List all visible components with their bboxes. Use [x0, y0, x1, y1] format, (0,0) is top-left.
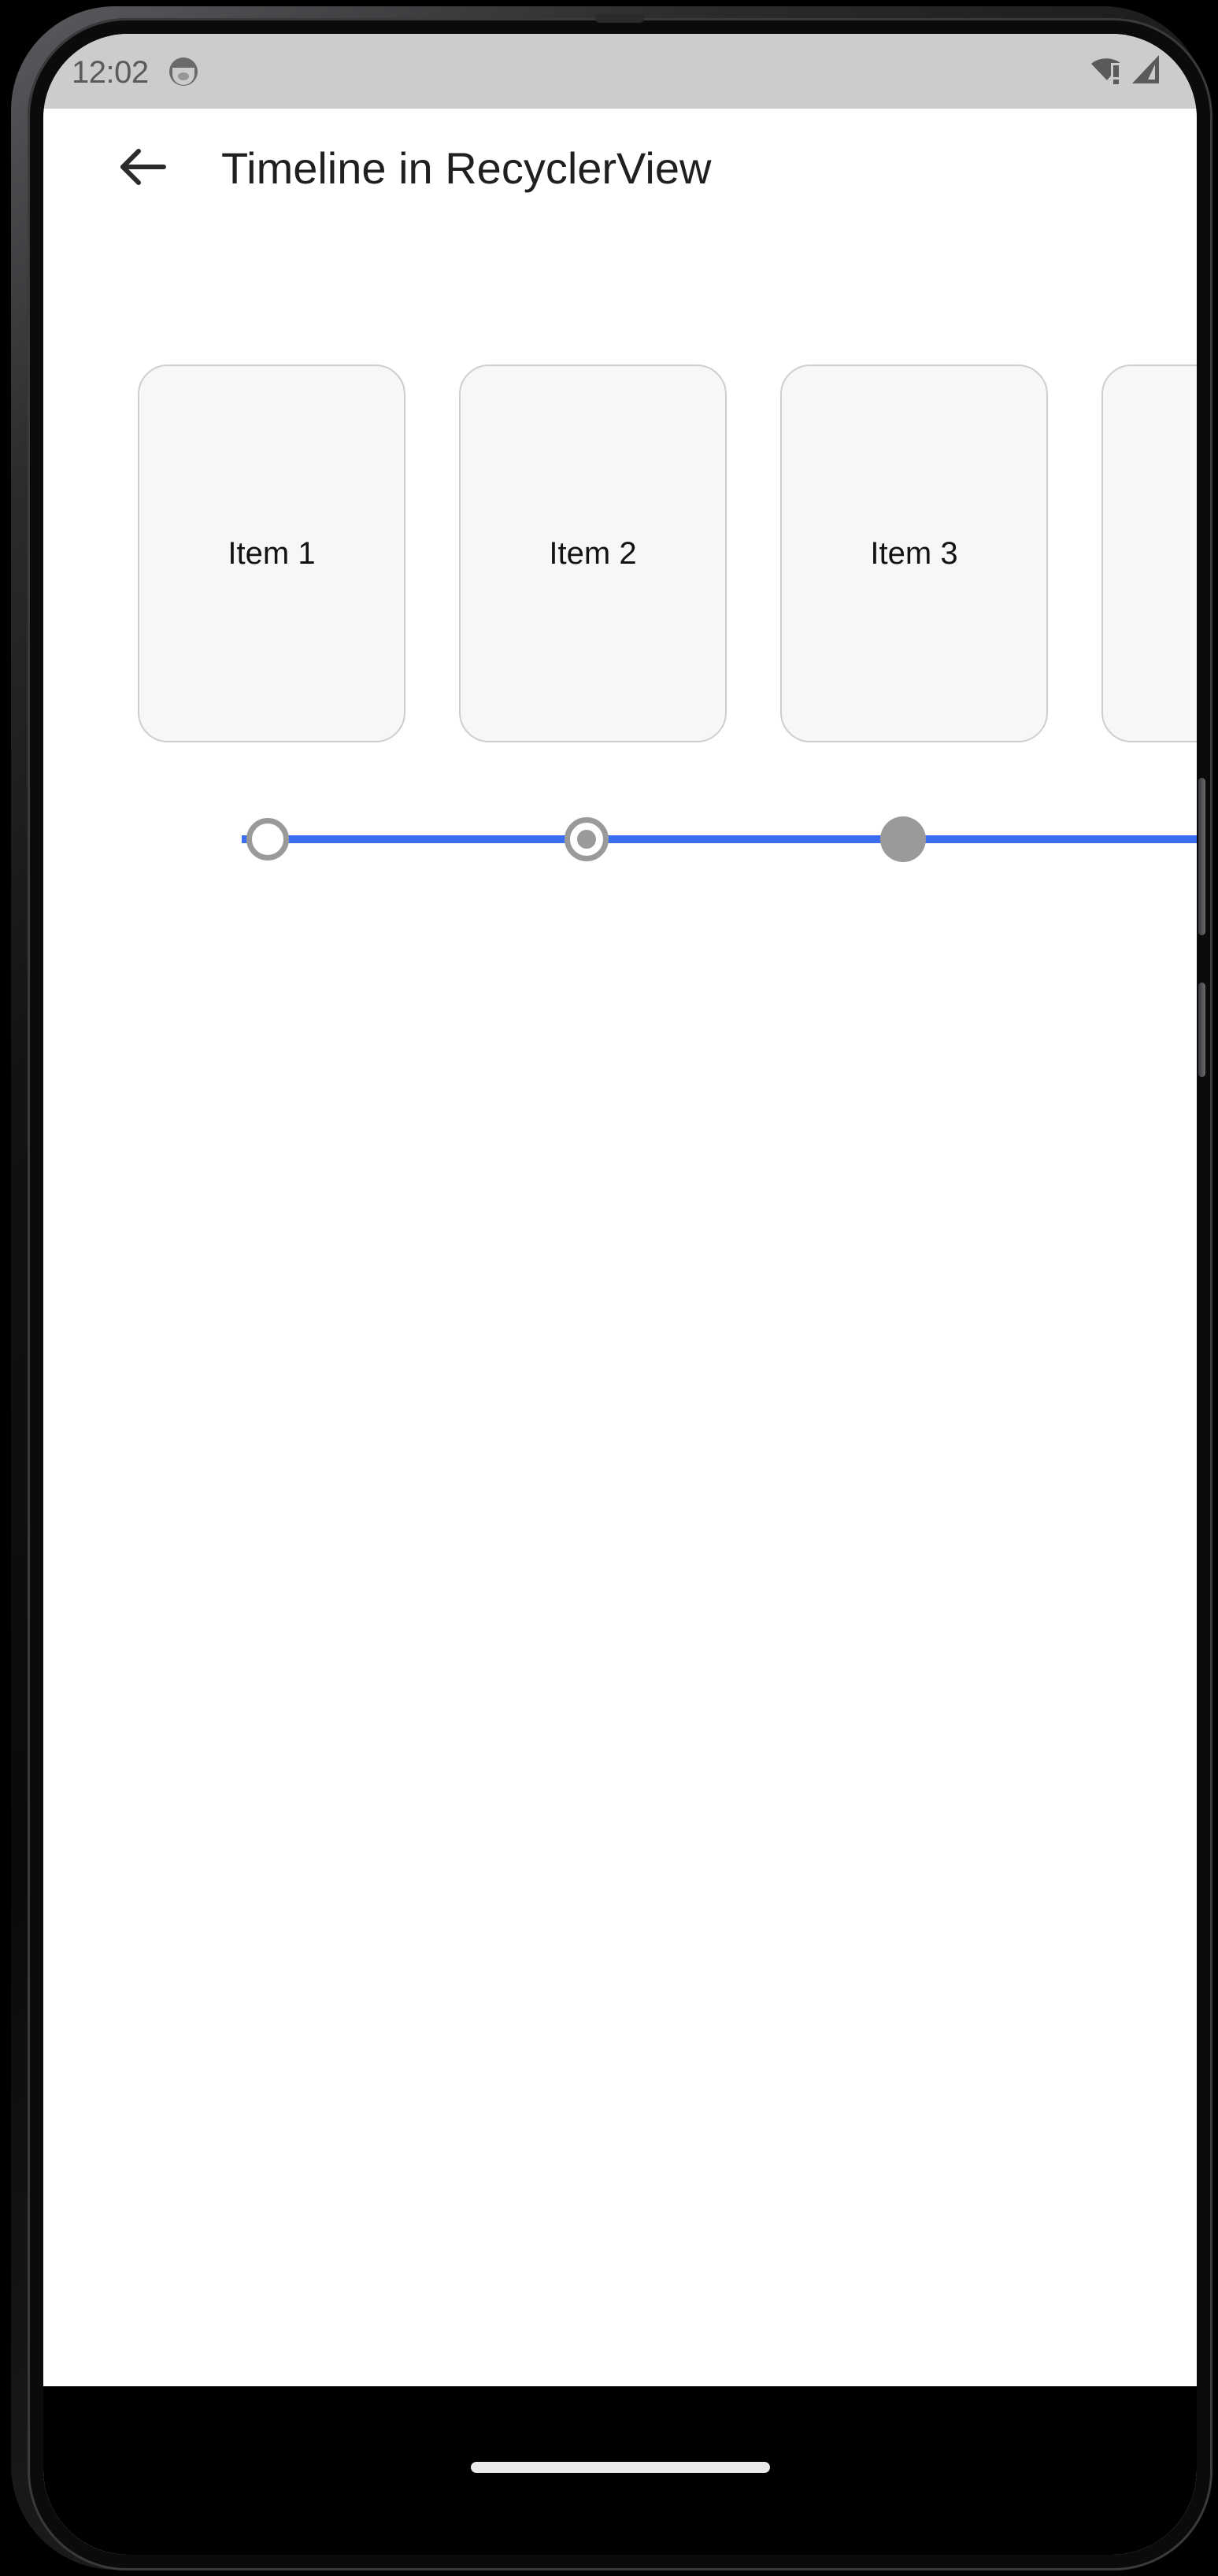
page-title: Timeline in RecyclerView [221, 143, 712, 193]
volume-button[interactable] [1198, 983, 1205, 1077]
timeline-card-label: Item 1 [228, 535, 316, 571]
timeline-card[interactable]: Item 2 [459, 365, 727, 742]
wifi-no-internet-icon [1090, 54, 1126, 89]
timeline-strip [43, 794, 1197, 888]
timeline-node-ring-inner-dot [577, 830, 596, 849]
status-bar-notification-icons [168, 57, 198, 86]
status-bar-system-icons [1090, 54, 1162, 89]
timeline-card-label: Item 2 [549, 535, 637, 571]
timeline-card[interactable] [1101, 365, 1197, 742]
timeline-node-hollow[interactable] [246, 818, 289, 861]
timeline-node-ring-icon [565, 817, 609, 861]
arrow-left-icon [118, 146, 167, 191]
status-bar: 12:02 [43, 34, 1197, 109]
device-frame: 12:02 Timeline in RecyclerView Item 1 It… [11, 6, 1212, 2570]
device-screen: 12:02 Timeline in RecyclerView Item 1 It… [43, 34, 1197, 2555]
content-body [43, 888, 1197, 2386]
timeline-card[interactable]: Item 1 [138, 365, 405, 742]
earpiece-speaker-slot [595, 14, 644, 23]
app-avatar-icon [168, 57, 198, 86]
timeline-node-filled-circle-icon [880, 816, 926, 862]
timeline-card-row[interactable]: Item 1 Item 2 Item 3 [43, 365, 1197, 758]
timeline-connector-line [242, 835, 1197, 843]
power-button[interactable] [1198, 778, 1205, 935]
cellular-signal-icon [1131, 54, 1162, 89]
timeline-node-hollow-circle-icon [246, 818, 289, 861]
timeline-card-label: Item 3 [870, 535, 958, 571]
phone-viewport: 12:02 Timeline in RecyclerView Item 1 It… [43, 34, 1197, 2555]
system-navigation-bar [43, 2386, 1197, 2555]
timeline-node-filled[interactable] [880, 816, 926, 862]
timeline-card[interactable]: Item 3 [780, 365, 1048, 742]
back-button[interactable] [116, 142, 169, 195]
home-gesture-pill[interactable] [470, 2462, 770, 2473]
timeline-node-current[interactable] [565, 817, 609, 861]
app-bar: Timeline in RecyclerView [43, 109, 1197, 228]
status-bar-clock: 12:02 [72, 54, 149, 90]
